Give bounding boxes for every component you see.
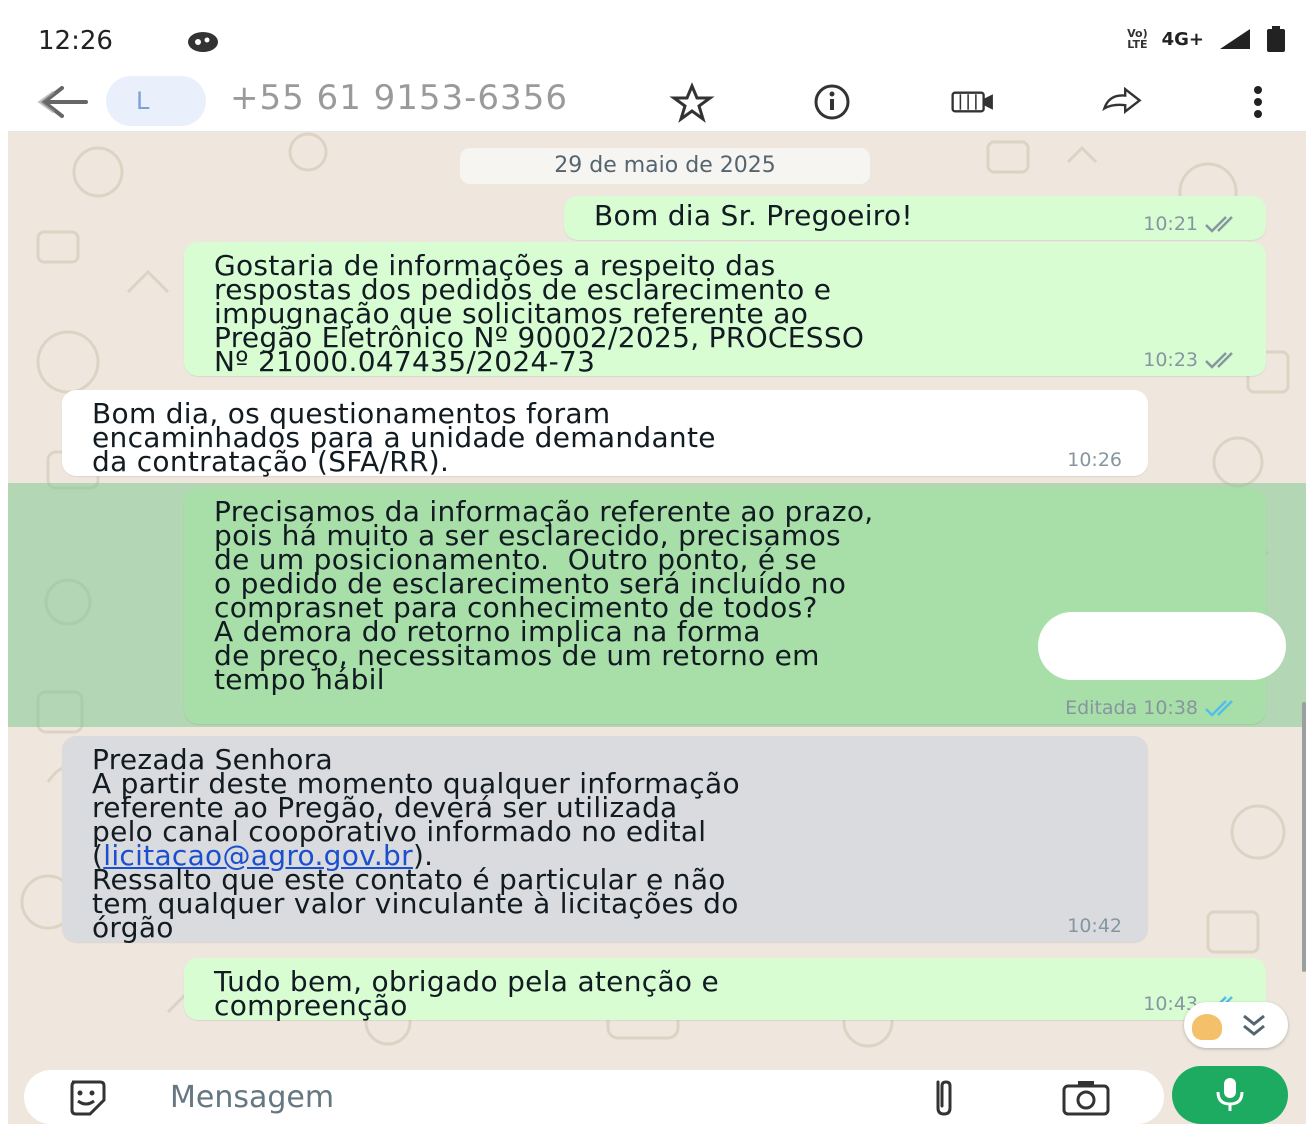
status-time: 12:26: [38, 26, 113, 56]
message-text-end: Ressalto que este contato é particular e…: [92, 863, 739, 944]
message-meta: Editada 10:38: [1065, 696, 1240, 720]
message-time: 10:26: [1067, 449, 1122, 471]
forward-icon[interactable]: [1098, 80, 1146, 124]
battery-icon: [1267, 26, 1285, 52]
message-text: Bom dia Sr. Pregoeiro!: [594, 199, 913, 232]
message-bubble-outgoing[interactable]: Bom dia Sr. Pregoeiro! 10:21: [564, 196, 1266, 240]
status-indicators: Vo) LTE 4G+: [1127, 26, 1286, 52]
message-time: 10:38: [1143, 697, 1198, 719]
camera-icon[interactable]: [1058, 1078, 1114, 1118]
message-bubble-outgoing[interactable]: Tudo bem, obrigado pela atenção e compre…: [184, 958, 1266, 1020]
chat-area[interactable]: 29 de maio de 2025 Bom dia Sr. Pregoeiro…: [8, 132, 1306, 1070]
message-text: Bom dia, os questionamentos foram encami…: [92, 397, 716, 478]
back-arrow-icon[interactable]: [32, 82, 88, 122]
microphone-icon: [1216, 1078, 1244, 1111]
scroll-to-bottom-button[interactable]: [1184, 1002, 1288, 1048]
message-time: 10:42: [1067, 915, 1122, 937]
signal-icon: [1220, 29, 1250, 49]
message-bubble-incoming[interactable]: Bom dia, os questionamentos foram encami…: [62, 390, 1148, 476]
message-bubble-outgoing[interactable]: Gostaria de informações a respeito das r…: [184, 242, 1266, 376]
read-ticks-icon: [1205, 352, 1233, 369]
chevron-double-down-icon: [1243, 1014, 1265, 1036]
attach-icon[interactable]: [924, 1076, 964, 1120]
message-meta: 10:21: [1143, 212, 1240, 236]
message-bubble-outgoing-selected[interactable]: Precisamos da informação referente ao pr…: [184, 488, 1266, 724]
info-icon[interactable]: [808, 80, 856, 124]
composer-bar: [8, 1066, 1306, 1124]
scrollbar[interactable]: [1302, 702, 1306, 972]
microphone-button[interactable]: [1172, 1066, 1288, 1124]
message-text: Gostaria de informações a respeito das r…: [214, 249, 865, 378]
edited-label: Editada: [1065, 697, 1138, 719]
message-time: 10:21: [1143, 213, 1198, 235]
chat-header: L +55 61 9153-6356: [8, 72, 1306, 132]
contact-name[interactable]: +55 61 9153-6356: [230, 78, 568, 118]
video-call-icon[interactable]: [948, 80, 996, 124]
star-icon[interactable]: [668, 80, 716, 124]
more-icon[interactable]: [1234, 80, 1282, 124]
read-ticks-icon: [1205, 700, 1233, 717]
date-chip: 29 de maio de 2025: [460, 148, 870, 184]
message-meta: 10:26: [1067, 448, 1122, 472]
unread-reaction-icon: [1192, 1014, 1222, 1040]
message-text: Prezada Senhora A partir deste momento q…: [92, 746, 740, 942]
message-input[interactable]: [170, 1076, 890, 1118]
redaction-overlay: [1038, 612, 1286, 680]
volte-icon: Vo) LTE: [1127, 27, 1148, 51]
read-ticks-icon: [1205, 216, 1233, 233]
message-meta: 10:23: [1143, 348, 1240, 372]
message-input-pill[interactable]: [24, 1070, 1164, 1124]
message-time: 10:23: [1143, 349, 1198, 371]
app-notification-icon: [188, 32, 218, 52]
message-text-part2: A demora do retorno implica na forma de …: [214, 615, 820, 696]
message-meta: 10:42: [1067, 914, 1122, 938]
avatar[interactable]: L: [106, 76, 206, 126]
message-text: Tudo bem, obrigado pela atenção e compre…: [214, 965, 720, 1022]
network-type: 4G+: [1161, 28, 1204, 50]
message-text-part1: Precisamos da informação referente ao pr…: [214, 495, 874, 624]
emoji-sticker-icon[interactable]: [66, 1078, 106, 1116]
status-bar: 12:26 Vo) LTE 4G+: [8, 8, 1306, 72]
message-bubble-incoming[interactable]: Prezada Senhora A partir deste momento q…: [62, 736, 1148, 942]
